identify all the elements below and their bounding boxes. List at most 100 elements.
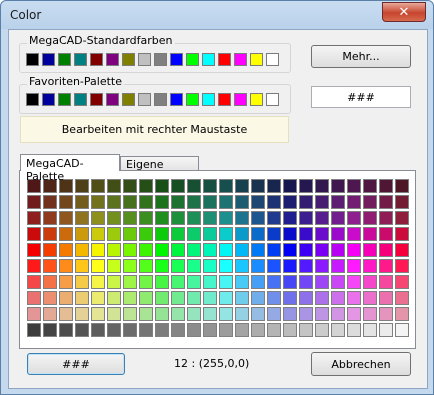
palette-cell[interactable] [155, 291, 169, 305]
palette-cell[interactable] [91, 179, 105, 193]
palette-cell[interactable] [123, 259, 137, 273]
palette-cell[interactable] [299, 179, 313, 193]
palette-cell[interactable] [395, 307, 409, 321]
palette-cell[interactable] [155, 211, 169, 225]
palette-cell[interactable] [347, 275, 361, 289]
standard-color-swatch[interactable] [106, 53, 119, 66]
palette-cell[interactable] [59, 211, 73, 225]
palette-cell[interactable] [267, 307, 281, 321]
palette-cell[interactable] [123, 275, 137, 289]
palette-cell[interactable] [155, 243, 169, 257]
palette-cell[interactable] [235, 291, 249, 305]
palette-cell[interactable] [59, 243, 73, 257]
palette-cell[interactable] [75, 179, 89, 193]
palette-cell[interactable] [171, 259, 185, 273]
palette-cell[interactable] [187, 259, 201, 273]
palette-cell[interactable] [107, 179, 121, 193]
favorite-color-swatch[interactable] [42, 93, 55, 106]
cancel-button[interactable]: Abbrechen [311, 352, 411, 376]
palette-cell[interactable] [363, 259, 377, 273]
palette-cell[interactable] [379, 179, 393, 193]
palette-cell[interactable] [187, 195, 201, 209]
palette-cell[interactable] [267, 275, 281, 289]
palette-cell[interactable] [267, 243, 281, 257]
palette-cell[interactable] [171, 323, 185, 337]
palette-cell[interactable] [299, 195, 313, 209]
palette-cell[interactable] [379, 195, 393, 209]
palette-cell[interactable] [235, 259, 249, 273]
palette-cell[interactable] [283, 243, 297, 257]
palette-cell[interactable] [27, 227, 41, 241]
palette-cell[interactable] [43, 227, 57, 241]
palette-cell[interactable] [267, 179, 281, 193]
palette-cell[interactable] [251, 195, 265, 209]
palette-cell[interactable] [331, 275, 345, 289]
palette-cell[interactable] [395, 211, 409, 225]
palette-cell[interactable] [299, 291, 313, 305]
palette-cell[interactable] [43, 211, 57, 225]
palette-cell[interactable] [299, 243, 313, 257]
palette-cell[interactable] [235, 179, 249, 193]
palette-cell[interactable] [219, 259, 233, 273]
palette-cell[interactable] [395, 179, 409, 193]
palette-cell[interactable] [27, 259, 41, 273]
palette-cell[interactable] [251, 307, 265, 321]
palette-cell[interactable] [363, 211, 377, 225]
palette-cell[interactable] [187, 291, 201, 305]
palette-cell[interactable] [107, 291, 121, 305]
standard-color-swatch[interactable] [218, 53, 231, 66]
palette-cell[interactable] [267, 195, 281, 209]
palette-cell[interactable] [27, 195, 41, 209]
palette-cell[interactable] [139, 179, 153, 193]
favorite-color-swatch[interactable] [154, 93, 167, 106]
palette-cell[interactable] [315, 307, 329, 321]
palette-cell[interactable] [107, 259, 121, 273]
palette-cell[interactable] [139, 195, 153, 209]
palette-cell[interactable] [395, 195, 409, 209]
palette-cell[interactable] [363, 195, 377, 209]
palette-cell[interactable] [171, 195, 185, 209]
favorite-color-swatch[interactable] [234, 93, 247, 106]
palette-cell[interactable] [267, 227, 281, 241]
palette-cell[interactable] [331, 227, 345, 241]
palette-cell[interactable] [235, 307, 249, 321]
palette-cell[interactable] [187, 211, 201, 225]
palette-cell[interactable] [283, 179, 297, 193]
standard-color-swatch[interactable] [42, 53, 55, 66]
palette-cell[interactable] [107, 211, 121, 225]
palette-cell[interactable] [283, 323, 297, 337]
palette-cell[interactable] [347, 243, 361, 257]
favorite-color-swatch[interactable] [170, 93, 183, 106]
palette-cell[interactable] [315, 259, 329, 273]
palette-cell[interactable] [203, 243, 217, 257]
favorite-color-swatch[interactable] [90, 93, 103, 106]
palette-cell[interactable] [251, 179, 265, 193]
selected-color-button[interactable]: ### [27, 353, 125, 375]
palette-cell[interactable] [27, 323, 41, 337]
palette-cell[interactable] [379, 259, 393, 273]
palette-cell[interactable] [379, 243, 393, 257]
palette-cell[interactable] [219, 291, 233, 305]
palette-cell[interactable] [219, 323, 233, 337]
palette-cell[interactable] [363, 275, 377, 289]
palette-cell[interactable] [91, 211, 105, 225]
palette-cell[interactable] [235, 323, 249, 337]
close-button[interactable]: ✕ [382, 2, 426, 22]
palette-cell[interactable] [123, 179, 137, 193]
palette-cell[interactable] [219, 275, 233, 289]
palette-cell[interactable] [235, 211, 249, 225]
palette-cell[interactable] [299, 323, 313, 337]
palette-cell[interactable] [187, 179, 201, 193]
standard-color-swatch[interactable] [154, 53, 167, 66]
palette-cell[interactable] [283, 211, 297, 225]
palette-cell[interactable] [251, 291, 265, 305]
palette-cell[interactable] [75, 211, 89, 225]
palette-cell[interactable] [75, 259, 89, 273]
palette-cell[interactable] [203, 307, 217, 321]
palette-cell[interactable] [315, 195, 329, 209]
standard-color-swatch[interactable] [74, 53, 87, 66]
palette-cell[interactable] [75, 227, 89, 241]
palette-cell[interactable] [43, 195, 57, 209]
palette-cell[interactable] [251, 227, 265, 241]
palette-cell[interactable] [331, 195, 345, 209]
